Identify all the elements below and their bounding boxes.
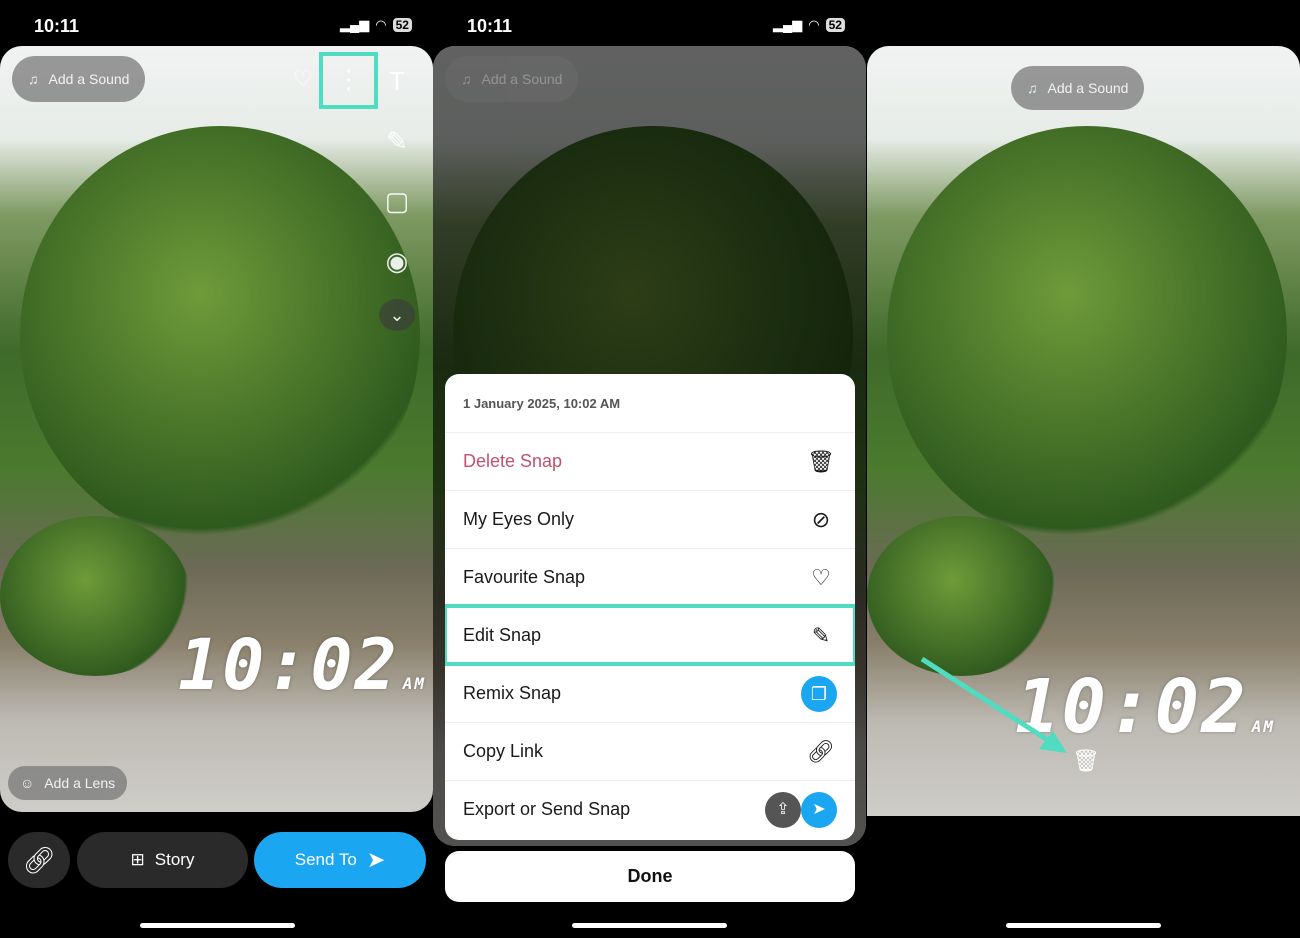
battery-icon: 52 [392, 18, 412, 32]
menu-item-copy-link[interactable]: Copy Link 🔗︎ [445, 722, 855, 780]
pencil-icon: ✎ [811, 622, 831, 648]
signal-icon: ▂▄▆ [773, 17, 803, 32]
camera-icon[interactable]: ◉ [382, 246, 412, 277]
menu-item-label: Remix Snap [463, 683, 562, 703]
menu-item-delete-snap[interactable]: Delete Snap 🗑︎ [445, 432, 855, 490]
menu-item-my-eyes-only[interactable]: My Eyes Only ⊘ [445, 490, 855, 548]
add-sound-label: Add a Sound [48, 71, 130, 87]
music-icon: ♫ [28, 71, 39, 87]
arrow-annotation [920, 656, 1067, 753]
home-indicator [572, 923, 727, 928]
clock-time: 10:02 [178, 624, 399, 706]
status-time: 10:11 [34, 16, 80, 36]
menu-item-label: Edit Snap [463, 625, 542, 645]
add-sound-label: Add a Sound [481, 71, 563, 87]
music-icon: ♫ [1027, 80, 1038, 96]
send-to-label: Send To [294, 850, 357, 869]
story-add-icon: ⊞ [130, 850, 145, 869]
menu-item-export-send[interactable]: Export or Send Snap ⇪ ➤ [445, 780, 855, 838]
clock-ampm: AM [402, 674, 426, 693]
pencil-icon[interactable]: ✎ [382, 126, 412, 157]
more-vertical-icon: ⋮ [335, 64, 362, 94]
tree [887, 126, 1287, 546]
done-button[interactable]: Done [445, 851, 855, 902]
snap-photo: ♫ Add a Sound ♡ ⋮ T ✎ ▢ ◉ ⌄ 10:02 AM ☺ Add … [0, 46, 433, 812]
link-icon: 🔗︎ [22, 844, 56, 875]
home-indicator [140, 923, 295, 928]
heart-icon[interactable]: ♡ [288, 66, 318, 92]
add-lens-button[interactable]: ☺ Add a Lens [8, 766, 128, 800]
add-sound-button: ♫ Add a Sound [445, 56, 579, 102]
signal-icon: ▂▄▆ [340, 17, 370, 32]
battery-icon: 52 [825, 18, 845, 32]
send-arrow-icon: ➤ [801, 791, 837, 828]
text-icon[interactable]: T [382, 66, 412, 97]
music-icon: ♫ [461, 71, 472, 87]
status-icons: ▂▄▆ ◠ 52 [340, 17, 412, 33]
link-button[interactable]: 🔗︎ [8, 832, 70, 888]
menu-item-label: Copy Link [463, 741, 544, 761]
status-time: 10:11 [467, 16, 513, 36]
add-sound-label: Add a Sound [1047, 80, 1129, 96]
home-indicator [1006, 923, 1161, 928]
add-lens-label: Add a Lens [44, 775, 116, 791]
chevron-down-icon[interactable]: ⌄ [379, 299, 415, 331]
trash-icon: 🗑︎ [807, 448, 835, 474]
menu-item-label: Export or Send Snap [463, 799, 631, 819]
eye-off-icon: ⊘ [811, 506, 831, 532]
send-to-button[interactable]: Send To ➤ [254, 832, 426, 888]
clock-ampm: AM [1251, 717, 1276, 736]
more-options-button[interactable]: ⋮ [319, 52, 378, 109]
tree [20, 126, 420, 546]
clock-sticker[interactable]: 10:02 AM [178, 624, 426, 706]
wifi-icon: ◠ [808, 17, 820, 32]
heart-icon: ♡ [811, 564, 831, 590]
add-sound-button[interactable]: ♫ Add a Sound [1011, 66, 1145, 110]
add-sound-button[interactable]: ♫ Add a Sound [12, 56, 146, 102]
sticker-icon[interactable]: ▢ [382, 186, 412, 217]
menu-item-label: My Eyes Only [463, 509, 575, 529]
menu-item-favourite-snap[interactable]: Favourite Snap ♡ [445, 548, 855, 606]
story-label: Story [154, 850, 195, 869]
story-button[interactable]: ⊞ Story [77, 832, 248, 888]
send-arrow-icon: ➤ [366, 847, 386, 872]
menu-item-edit-snap[interactable]: Edit Snap ✎ [445, 604, 855, 666]
menu-item-remix-snap[interactable]: Remix Snap ❐ [445, 664, 855, 722]
remix-icon: ❐ [801, 675, 837, 712]
snap-options-menu: 1 January 2025, 10:02 AM Delete Snap 🗑︎ M… [445, 374, 855, 840]
menu-item-label: Favourite Snap [463, 567, 586, 587]
menu-header-date: 1 January 2025, 10:02 AM [463, 395, 621, 411]
snap-photo-edit: ♫ Add a Sound 10:02 AM 🗑︎ [867, 46, 1300, 816]
wifi-icon: ◠ [375, 17, 387, 32]
lens-icon: ☺ [20, 775, 35, 791]
export-icon: ⇪ [765, 791, 801, 828]
status-icons: ▂▄▆ ◠ 52 [773, 17, 845, 33]
bush [0, 516, 190, 676]
link-icon: 🔗︎ [807, 738, 835, 764]
menu-item-label: Delete Snap [463, 451, 563, 471]
